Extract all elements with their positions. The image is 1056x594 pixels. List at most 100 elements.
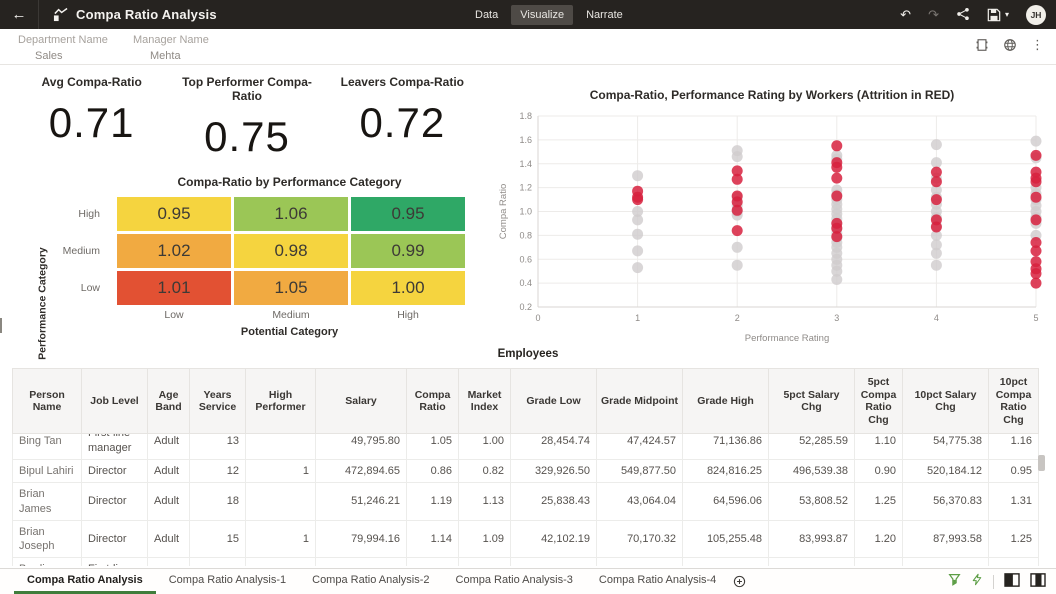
undo-icon[interactable]: ↶ (900, 8, 911, 21)
heatmap-cell[interactable]: 0.99 (351, 234, 465, 268)
filter-funnel-icon[interactable] (948, 573, 961, 591)
scatter-point-attrition[interactable] (831, 161, 843, 173)
scatter-point-workers[interactable] (731, 151, 743, 163)
scatter-point-workers[interactable] (632, 214, 644, 226)
scatter-point-workers[interactable] (731, 241, 743, 253)
kpi-leavers-compa-ratio[interactable]: Leavers Compa-Ratio 0.72 (325, 75, 480, 161)
layout-left-panel-icon[interactable] (1004, 572, 1020, 592)
scatter-point-attrition[interactable] (831, 231, 843, 243)
scatter-point-attrition[interactable] (831, 190, 843, 202)
kpi-avg-compa-ratio[interactable]: Avg Compa-Ratio 0.71 (14, 75, 169, 161)
scatter-point-attrition[interactable] (930, 166, 942, 178)
canvas-tab-0[interactable]: Compa Ratio Analysis (14, 569, 156, 594)
scatter-point-workers[interactable] (632, 245, 644, 257)
scatter-point-attrition[interactable] (930, 176, 942, 188)
scatter-point-attrition[interactable] (1030, 214, 1042, 226)
avatar[interactable]: JH (1026, 4, 1046, 25)
column-header[interactable]: Years Service (189, 367, 246, 435)
back-icon[interactable]: ← (0, 6, 38, 23)
scatter-point-attrition[interactable] (930, 221, 942, 233)
scatter-point-workers[interactable] (632, 170, 644, 182)
share-icon[interactable] (956, 7, 970, 23)
scatter-point-attrition[interactable] (731, 225, 743, 237)
canvas-tab-4[interactable]: Compa Ratio Analysis-4 (586, 569, 729, 594)
globe-icon[interactable] (1003, 38, 1017, 52)
heatmap-cell[interactable]: 1.06 (234, 197, 348, 231)
table-row[interactable]: Bipul Lahiri Director Adult 12 1 472,894.65 0.… (12, 458, 1039, 484)
scatter-point-attrition[interactable] (1030, 245, 1042, 257)
column-header[interactable]: 5pct Compa Ratio Chg (854, 367, 903, 435)
table-row[interactable]: Brodie SmithFirst-line managerAdult15181… (12, 557, 1039, 567)
scatter-point-workers[interactable] (930, 259, 942, 271)
scatter-point-workers[interactable] (731, 259, 743, 271)
scatter-point-workers[interactable] (930, 139, 942, 151)
tab-data[interactable]: Data (466, 5, 507, 25)
filter-manager[interactable]: Manager Name Mehta (133, 34, 209, 62)
scatter-point-attrition[interactable] (632, 194, 644, 206)
scatter-point-attrition[interactable] (1030, 176, 1042, 188)
save-caret-icon[interactable]: ▾ (1005, 10, 1009, 19)
column-header[interactable]: High Performer (245, 367, 316, 435)
filter-department[interactable]: Department Name Sales (18, 34, 108, 62)
scatter-plot[interactable]: 0.2 0.4 0.6 0.8 1.0 1.2 1.4 1.6 1.8 0 1 2 3 4 5 Compa R… (492, 106, 1052, 364)
column-header[interactable]: Grade Low (510, 367, 597, 435)
table-row[interactable]: Bing TanFirst-line managerAdult13 49,795.… (12, 434, 1039, 460)
table-body[interactable]: Bing TanFirst-line managerAdult1349,795.… (12, 434, 1042, 567)
workbook-chart-icon (53, 7, 68, 22)
employees-table-tile: Employees Person Name Job Level Age Band Ye… (8, 348, 1048, 567)
heatmap-cell[interactable]: 1.01 (117, 271, 231, 305)
table-row[interactable]: Brian Joseph Director Adult 15 1 79,994.16 1.1… (12, 519, 1039, 559)
column-header[interactable]: Grade High (682, 367, 769, 435)
scatter-point-attrition[interactable] (1030, 268, 1042, 280)
visualization-grid-icon[interactable] (975, 38, 989, 52)
column-header[interactable]: Compa Ratio (406, 367, 459, 435)
save-button[interactable]: ▾ (987, 8, 1009, 22)
scatter-point-workers[interactable] (831, 274, 843, 285)
table-cell: 54,775.38 (902, 434, 989, 460)
kebab-menu-icon[interactable]: ⋮ (1031, 37, 1044, 53)
kpi-top-performer-compa-ratio[interactable]: Top Performer Compa-Ratio 0.75 (169, 75, 324, 161)
heatmap-cell[interactable]: 0.98 (234, 234, 348, 268)
column-header[interactable]: 10pct Compa Ratio Chg (988, 367, 1039, 435)
canvas-edge-handle[interactable] (0, 318, 2, 333)
column-header[interactable]: Age Band (147, 367, 190, 435)
column-header[interactable]: Market Index (458, 367, 511, 435)
layout-right-panel-icon[interactable] (1030, 572, 1046, 592)
scatter-point-attrition[interactable] (930, 194, 942, 206)
column-header[interactable]: Grade Midpoint (596, 367, 683, 435)
scatter-point-workers[interactable] (930, 157, 942, 169)
heatmap-cell[interactable]: 1.02 (117, 234, 231, 268)
add-canvas-icon[interactable] (733, 569, 746, 594)
table-cell: 520,184.12 (902, 458, 989, 484)
column-header[interactable]: Job Level (81, 367, 148, 435)
scatter-point-attrition[interactable] (831, 172, 843, 184)
scatter-point-workers[interactable] (632, 262, 644, 274)
canvas-tab-3[interactable]: Compa Ratio Analysis-3 (443, 569, 586, 594)
column-header[interactable]: Person Name (12, 367, 82, 435)
scatter-point-workers[interactable] (632, 228, 644, 240)
scatter-point-attrition[interactable] (1030, 277, 1042, 289)
lightning-icon[interactable] (971, 573, 983, 591)
column-header[interactable]: 5pct Salary Chg (768, 367, 855, 435)
scatter-point-attrition[interactable] (1030, 149, 1042, 161)
table-row[interactable]: Brian James Director Adult 18 51,246.21 1.19 1… (12, 482, 1039, 521)
heatmap-cell[interactable]: 1.00 (351, 271, 465, 305)
column-header[interactable]: 10pct Salary Chg (902, 367, 989, 435)
scatter-point-attrition[interactable] (831, 140, 843, 152)
tab-visualize[interactable]: Visualize (511, 4, 574, 25)
heatmap-cell[interactable]: 1.05 (234, 271, 348, 305)
column-header[interactable]: Salary (315, 367, 407, 435)
scatter-point-attrition[interactable] (731, 173, 743, 185)
scatter-point-workers[interactable] (930, 247, 942, 259)
scatter-point-workers[interactable] (1030, 135, 1042, 147)
canvas-tab-2[interactable]: Compa Ratio Analysis-2 (299, 569, 442, 594)
table-scrollbar-thumb[interactable] (1038, 455, 1045, 471)
scatter-point-attrition[interactable] (731, 204, 743, 216)
heatmap-cell[interactable]: 0.95 (351, 197, 465, 231)
canvas-tab-1[interactable]: Compa Ratio Analysis-1 (156, 569, 299, 594)
tab-narrate[interactable]: Narrate (577, 5, 632, 25)
scatter-plot-area[interactable]: 0.2 0.4 0.6 0.8 1.0 1.2 1.4 1.6 1.8 0 1 2 3 4 5 Compa R… (492, 106, 1052, 369)
redo-icon[interactable]: ↷ (928, 8, 939, 21)
scatter-point-attrition[interactable] (1030, 191, 1042, 203)
heatmap-cell[interactable]: 0.95 (117, 197, 231, 231)
